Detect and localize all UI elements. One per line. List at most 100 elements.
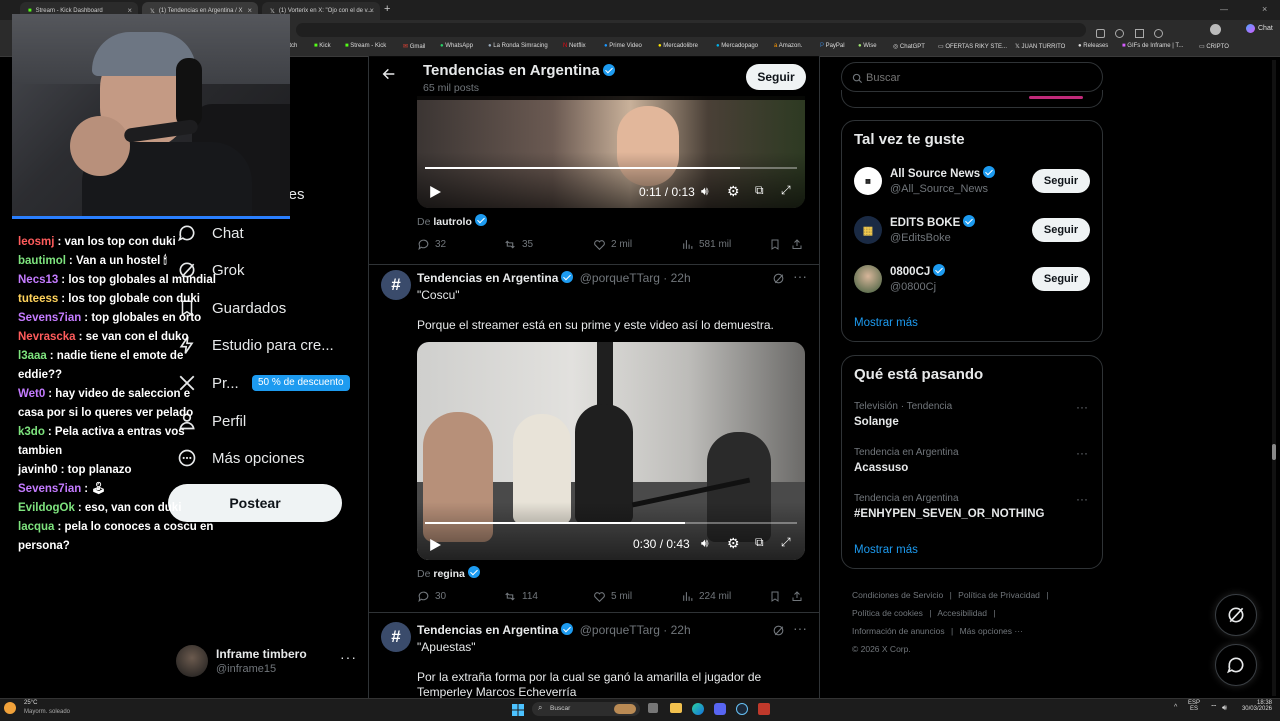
bookmark[interactable]: ● Mercadolibre: [658, 43, 698, 49]
show-more-link[interactable]: Mostrar más: [854, 544, 918, 556]
window-close-icon[interactable]: ×: [1262, 4, 1267, 14]
more-dots-icon[interactable]: ···: [793, 620, 807, 636]
grok-fab[interactable]: [1215, 594, 1257, 636]
bookmark[interactable]: P PayPal: [820, 43, 845, 49]
edge-icon[interactable]: [692, 703, 704, 715]
attribution-user[interactable]: regina: [433, 568, 465, 580]
chat-username[interactable]: lacqua: [18, 521, 54, 533]
bookmark[interactable]: ▭ CRIPTO: [1199, 43, 1229, 50]
clock[interactable]: 18:38 30/03/2026: [1240, 700, 1272, 712]
account-switcher[interactable]: Inframe timbero @inframe15 ···: [176, 643, 356, 683]
tweet-time[interactable]: · 22h: [663, 271, 690, 285]
copilot-chat-button[interactable]: Chat: [1246, 24, 1273, 33]
bookmark-button[interactable]: [769, 238, 786, 251]
more-dots-icon[interactable]: ···: [793, 268, 807, 284]
footer-link[interactable]: Información de anuncios: [852, 626, 945, 636]
bookmark[interactable]: ● Mercadopago: [716, 43, 758, 49]
attribution-user[interactable]: lautrolo: [433, 216, 472, 228]
url-field[interactable]: [296, 23, 1086, 37]
app-icon[interactable]: [758, 703, 770, 715]
trend-item[interactable]: Televisión · Tendencia Solange ···: [842, 398, 1102, 438]
more-dots-icon[interactable]: ···: [1076, 446, 1088, 460]
scrollbar-thumb[interactable]: [1272, 444, 1276, 460]
chat-username[interactable]: k3do: [18, 426, 45, 438]
share-button[interactable]: [791, 238, 808, 251]
picture-in-picture-icon[interactable]: ⧉: [755, 183, 764, 198]
premium-discount-badge[interactable]: 50 % de descuento: [252, 375, 350, 391]
reply-button[interactable]: 32: [417, 238, 446, 251]
bookmark[interactable]: ■ Stream - Kick: [345, 43, 386, 49]
bookmark[interactable]: ● Prime Video: [604, 43, 642, 49]
reply-button[interactable]: 30: [417, 590, 446, 603]
file-explorer-icon[interactable]: [670, 703, 682, 713]
bookmark[interactable]: ■ Kick: [314, 43, 331, 49]
bookmark[interactable]: ● La Ronda Simracing: [488, 43, 548, 49]
trend-item[interactable]: Tendencia en Argentina Acassuso ···: [842, 444, 1102, 484]
suggestion-item[interactable]: 0800CJ @0800Cj Seguir: [842, 259, 1102, 303]
settings-gear-icon[interactable]: ⚙︎: [727, 535, 740, 552]
follow-button[interactable]: Seguir: [1032, 169, 1090, 193]
volume-icon[interactable]: 🔊︎: [701, 536, 709, 551]
page-scrollbar[interactable]: [1272, 60, 1276, 696]
bookmark[interactable]: ● Releases: [1078, 43, 1108, 49]
weather-icon[interactable]: [4, 702, 16, 714]
trend-item[interactable]: Tendencia en Argentina #ENHYPEN_SEVEN_OR…: [842, 490, 1102, 530]
zoom-icon[interactable]: [1115, 29, 1125, 38]
more-dots-icon[interactable]: ···: [1076, 492, 1088, 506]
play-icon[interactable]: [429, 185, 441, 203]
taskbar-search[interactable]: ⌕ Buscar: [532, 702, 640, 716]
language-indicator[interactable]: ESP ES: [1188, 700, 1200, 712]
footer-link[interactable]: Política de Privacidad: [958, 590, 1040, 600]
footer-link[interactable]: Política de cookies: [852, 608, 923, 618]
discord-icon[interactable]: [714, 703, 726, 715]
network-icon[interactable]: ⌔: [1210, 703, 1218, 713]
bookmark[interactable]: ◎ ChatGPT: [893, 43, 925, 50]
fullscreen-icon[interactable]: ⤢: [781, 535, 791, 550]
fullscreen-icon[interactable]: ⤢: [781, 183, 791, 198]
hashtag-avatar-icon[interactable]: #: [381, 270, 411, 300]
follow-topic-button[interactable]: Seguir: [746, 64, 806, 90]
grok-icon[interactable]: [772, 624, 785, 642]
video-progress-track[interactable]: [425, 167, 797, 169]
chat-username[interactable]: Wet0: [18, 388, 45, 400]
chat-username[interactable]: javinh0: [18, 464, 58, 476]
repost-button[interactable]: 114: [503, 590, 538, 603]
bookmark-button[interactable]: [769, 590, 786, 603]
follow-button[interactable]: Seguir: [1032, 218, 1090, 242]
suggestion-item[interactable]: ▦ EDITS BOKE @EditsBoke Seguir: [842, 210, 1102, 254]
follow-button[interactable]: Seguir: [1032, 267, 1090, 291]
chat-username[interactable]: tuteess: [18, 293, 58, 305]
close-tab-icon[interactable]: ×: [369, 6, 374, 15]
suggestion-item[interactable]: ▦ All Source News @All_Source_News Segui…: [842, 161, 1102, 205]
volume-icon[interactable]: 🔊︎: [1222, 703, 1227, 713]
views-button[interactable]: 224 mil: [681, 590, 731, 603]
picture-in-picture-icon[interactable]: ⧉: [755, 535, 764, 550]
chat-username[interactable]: Sevens7ian: [18, 483, 81, 495]
play-icon[interactable]: [429, 538, 441, 556]
bookmark[interactable]: ✉ Gmail: [403, 43, 425, 50]
profile-avatar-icon[interactable]: [1210, 24, 1221, 35]
tweet-time[interactable]: · 22h: [663, 623, 690, 637]
bookmark[interactable]: 𝕏 JUAN TURRITO: [1015, 43, 1065, 50]
footer-link[interactable]: Condiciones de Servicio: [852, 590, 943, 600]
bookmark[interactable]: ● Wise: [858, 43, 877, 49]
bookmark[interactable]: N Netflix: [563, 43, 586, 49]
video-player[interactable]: 0:11 / 0:13 🔊︎ ⚙︎ ⧉ ⤢: [417, 96, 805, 208]
bookmark[interactable]: ■ GIFs de Inframe | T...: [1122, 43, 1183, 49]
video-progress-track[interactable]: [425, 522, 797, 524]
settings-gear-icon[interactable]: ⚙︎: [727, 183, 740, 200]
back-arrow-icon[interactable]: [381, 66, 397, 87]
hashtag-avatar-icon[interactable]: #: [381, 622, 411, 652]
chat-username[interactable]: Necs13: [18, 274, 58, 286]
grok-icon[interactable]: [772, 272, 785, 290]
author-handle[interactable]: @porqueTTarg: [580, 271, 660, 285]
show-more-link[interactable]: Mostrar más: [854, 317, 918, 329]
bookmark[interactable]: ▭ OFERTAS RIKY STE...: [938, 43, 1007, 50]
chat-username[interactable]: l3aaa: [18, 350, 47, 362]
author-name[interactable]: Tendencias en Argentina: [417, 623, 558, 637]
search-input[interactable]: [864, 69, 1088, 87]
task-view-icon[interactable]: [648, 703, 658, 713]
new-tab-icon[interactable]: +: [384, 3, 390, 15]
like-button[interactable]: 2 mil: [593, 238, 632, 251]
author-handle[interactable]: @porqueTTarg: [580, 623, 660, 637]
